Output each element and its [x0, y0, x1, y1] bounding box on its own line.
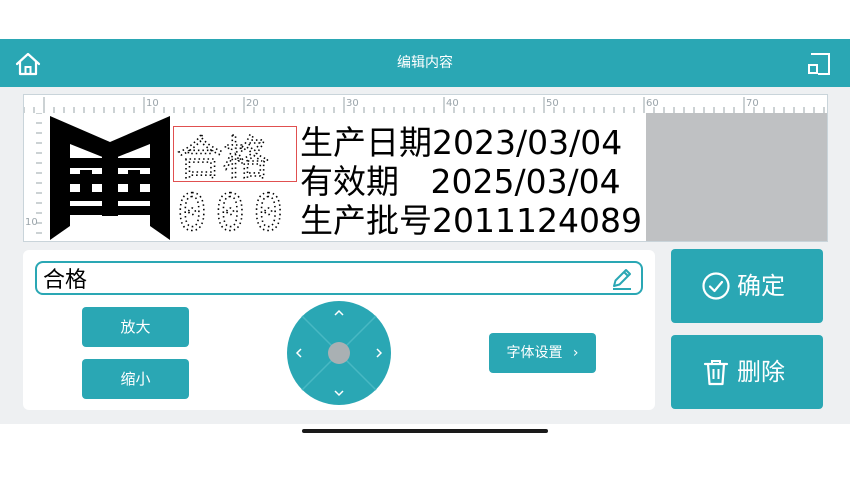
direction-pad[interactable] — [287, 301, 391, 405]
content-input-wrapper — [35, 261, 643, 295]
ruler-label: 60 — [646, 98, 659, 109]
ruler-label: 70 — [746, 98, 759, 109]
label-logo-icon[interactable] — [50, 116, 170, 240]
dot-text-bottom: 000 — [177, 184, 291, 236]
selection-box[interactable] — [173, 126, 297, 182]
shrink-button[interactable]: 缩小 — [82, 359, 189, 399]
top-bar: 编辑内容 — [0, 39, 850, 87]
ruler-left: 10 — [24, 113, 42, 241]
print-line-expiry-date[interactable]: 有效期 2025/03/04 — [300, 162, 621, 202]
trash-icon — [703, 360, 729, 386]
check-circle-icon — [702, 272, 730, 300]
ruler-label: 20 — [246, 98, 259, 109]
confirm-button[interactable]: 确定 — [671, 249, 823, 323]
ruler-label: 10 — [146, 98, 159, 109]
page-title: 编辑内容 — [397, 55, 453, 71]
font-settings-button[interactable]: 字体设置 › — [489, 333, 596, 373]
print-line-production-date[interactable]: 生产日期2023/03/04 — [300, 123, 622, 163]
chevron-right-icon: › — [572, 345, 579, 361]
ruler-label: 50 — [546, 98, 559, 109]
confirm-label: 确定 — [737, 272, 785, 300]
ruler-label: 40 — [446, 98, 459, 109]
home-indicator[interactable] — [302, 429, 548, 433]
ruler-label: 10 — [25, 217, 38, 228]
delete-label: 删除 — [737, 358, 785, 386]
pencil-icon[interactable] — [609, 266, 635, 292]
delete-button[interactable]: 删除 — [671, 335, 823, 409]
ruler-label: 30 — [346, 98, 359, 109]
ruler-top: 10 20 30 40 50 60 70 — [24, 95, 827, 113]
font-settings-label: 字体设置 — [506, 345, 563, 361]
exit-icon[interactable] — [806, 52, 832, 76]
unprintable-area — [646, 113, 827, 241]
print-line-batch-number[interactable]: 生产批号2011124089 — [300, 201, 642, 241]
content-input[interactable] — [43, 263, 603, 293]
enlarge-button[interactable]: 放大 — [82, 307, 189, 347]
